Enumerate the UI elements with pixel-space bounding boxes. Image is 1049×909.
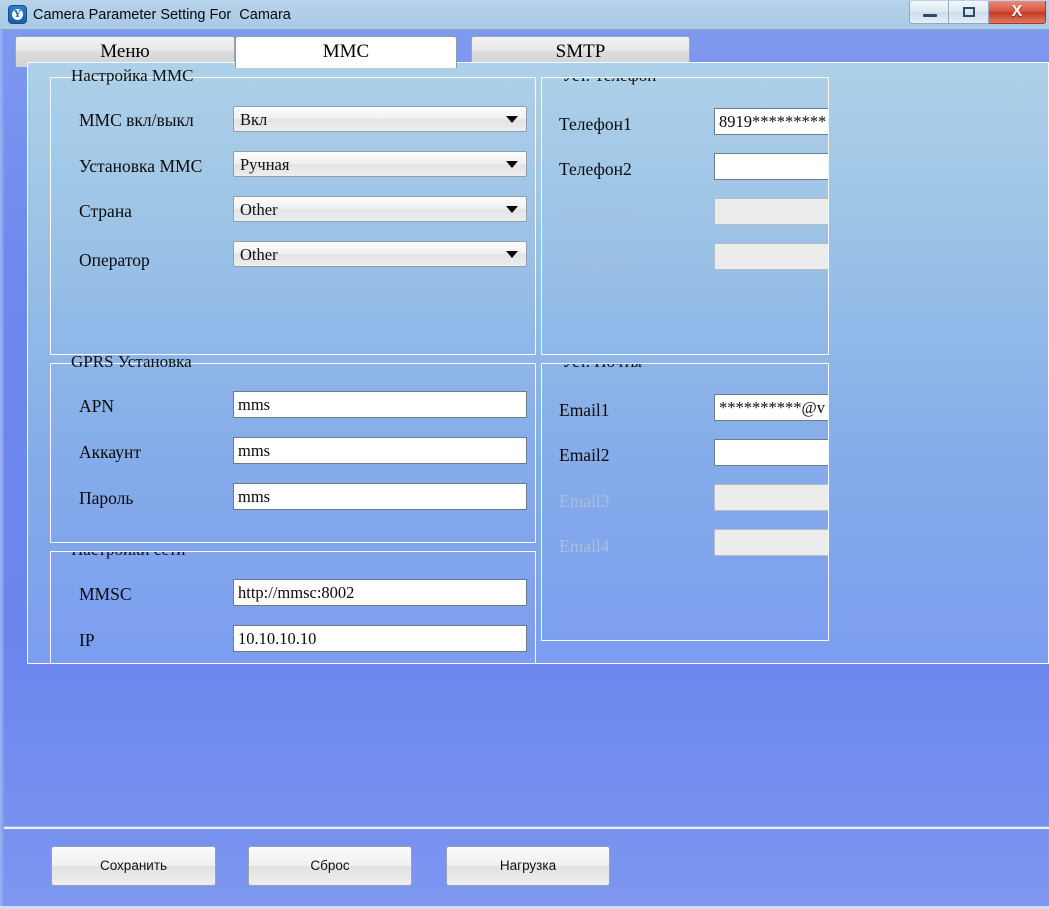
label-phone2: Телефон2 [559, 159, 632, 179]
group-gprs-settings: GPRS Установка APN mms Аккаунт mms Парол… [50, 352, 536, 543]
label-mmsc: MMSC [79, 584, 132, 604]
group-mms-settings: Настройка MMC MMC вкл/выкл Вкл Установка… [50, 66, 536, 355]
input-email3 [714, 484, 828, 511]
label-mms-enable: MMC вкл/выкл [79, 110, 194, 130]
group-network-settings: Настройки сети MMSC http://mmsc:8002 IP … [50, 551, 536, 663]
label-operator: Оператор [79, 250, 150, 270]
maximize-button[interactable] [949, 1, 989, 24]
label-phone3: Телефон3 [559, 205, 632, 225]
tab-strip: Меню MMC SMTP Настройка MMC MMC вкл/выкл… [15, 36, 1049, 664]
bottom-separator [4, 826, 1049, 829]
app-logo-glyph: Y [13, 8, 22, 20]
label-email1: Email1 [559, 400, 610, 420]
load-button[interactable]: Нагрузка [446, 846, 610, 886]
window-left-edge [0, 30, 4, 909]
label-email2: Email2 [559, 445, 610, 465]
chevron-down-icon [506, 251, 518, 258]
label-ip: IP [79, 630, 95, 650]
minimize-icon [923, 14, 937, 17]
combo-mms-enable[interactable]: Вкл [233, 106, 527, 132]
group-mms-settings-legend: Настройка MMC [71, 66, 194, 85]
vertical-scrollbar[interactable] [27, 91, 28, 664]
input-email1[interactable]: **********@v [714, 394, 828, 421]
input-phone2[interactable] [714, 153, 828, 180]
group-phone-settings-legend: Уст. Телефон [556, 78, 662, 86]
input-email2[interactable] [714, 439, 828, 466]
combo-mms-setup[interactable]: Ручная [233, 151, 527, 177]
group-phone-settings: Уст. Телефон Телефон1 8919********* Теле… [541, 77, 829, 355]
minimize-button[interactable] [909, 1, 949, 24]
label-country: Страна [79, 201, 132, 221]
input-phone3 [714, 198, 828, 225]
label-phone1: Телефон1 [559, 114, 632, 134]
chevron-down-icon [506, 206, 518, 213]
tab-mmc[interactable]: MMC [235, 36, 457, 68]
group-network-settings-legend: Настройки сети [65, 552, 192, 560]
app-logo-icon: Y [8, 5, 27, 24]
title-bar: Y Camera Parameter Setting For Camara X [0, 0, 1049, 30]
maximize-icon [963, 7, 975, 17]
label-password: Пароль [79, 488, 134, 508]
label-account: Аккаунт [79, 442, 142, 462]
input-account[interactable]: mms [233, 437, 527, 464]
reset-button[interactable]: Сброс [248, 846, 412, 886]
label-email4: Email4 [559, 536, 610, 556]
input-email4 [714, 529, 828, 556]
group-mail-settings: Уст. Почты Email1 **********@v Email2 Em… [541, 363, 829, 641]
group-gprs-settings-legend: GPRS Установка [71, 352, 192, 371]
settings-scroll-content: Настройка MMC MMC вкл/выкл Вкл Установка… [28, 63, 1048, 663]
label-phone4: Телефон4 [559, 250, 632, 270]
input-ip[interactable]: 10.10.10.10 [233, 625, 527, 652]
window-controls: X [909, 1, 1046, 25]
application-window: Y Camera Parameter Setting For Camara X … [0, 0, 1049, 909]
settings-panel: Настройка MMC MMC вкл/выкл Вкл Установка… [27, 62, 1049, 664]
input-apn[interactable]: mms [233, 391, 527, 418]
label-mms-setup: Установка MMC [79, 156, 203, 176]
input-phone4 [714, 243, 828, 270]
chevron-down-icon [506, 161, 518, 168]
save-button[interactable]: Сохранить [51, 846, 216, 886]
scrollbar-thumb[interactable] [27, 91, 28, 276]
close-icon: X [1011, 3, 1023, 20]
input-phone1[interactable]: 8919********* [714, 108, 828, 135]
label-email3: Email3 [559, 491, 610, 511]
input-password[interactable]: mms [233, 483, 527, 510]
label-apn: APN [79, 396, 115, 416]
combo-operator[interactable]: Other [233, 241, 527, 267]
window-body: Меню MMC SMTP Настройка MMC MMC вкл/выкл… [0, 30, 1049, 909]
close-button[interactable]: X [989, 1, 1046, 24]
combo-country[interactable]: Other [233, 196, 527, 222]
chevron-down-icon [506, 116, 518, 123]
group-mail-settings-legend: Уст. Почты [556, 364, 648, 372]
input-mmsc[interactable]: http://mmsc:8002 [233, 579, 527, 606]
window-title: Camera Parameter Setting For Camara [33, 7, 291, 23]
